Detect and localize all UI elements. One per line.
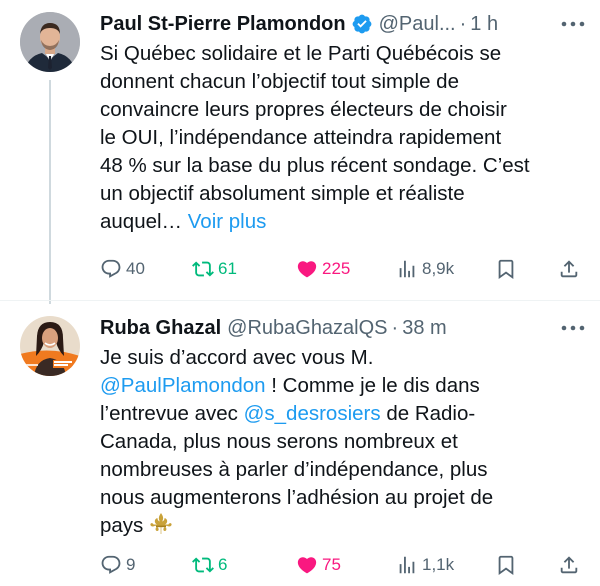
handle[interactable]: @Paul... — [379, 10, 456, 38]
mention-link[interactable]: @s_desrosiers — [244, 402, 381, 425]
share-button[interactable] — [558, 257, 584, 281]
tweet-text-line: le OUI, l’indépendance atteindra rapidem… — [100, 126, 502, 149]
avatar-image — [20, 316, 80, 376]
tweet-header: Paul St-Pierre Plamondon @Paul... · 1 h — [100, 10, 586, 38]
avatar[interactable] — [20, 12, 80, 72]
like-count: 75 — [322, 555, 341, 574]
display-name[interactable]: Paul St-Pierre Plamondon — [100, 10, 346, 38]
tweet-header: Ruba Ghazal @RubaGhazalQS · 38 m — [100, 314, 586, 342]
tweet-actions: 40 61 225 8,9k — [100, 257, 586, 281]
tweet-text-fragment: pays — [100, 514, 149, 537]
retweet-button[interactable]: 6 — [192, 553, 227, 577]
tweet-body: Ruba Ghazal @RubaGhazalQS · 38 m Je suis… — [100, 314, 586, 540]
more-options-icon[interactable] — [560, 324, 586, 332]
retweet-count: 61 — [218, 259, 237, 278]
bookmark-button[interactable] — [495, 257, 521, 281]
tweet-text-line: donnent chacun l’objectif tout simple de — [100, 70, 459, 93]
like-button[interactable]: 75 — [296, 553, 341, 577]
tweet-text-line: @PaulPlamondon ! Comme je le dis dans — [100, 372, 586, 400]
retweet-button[interactable]: 61 — [192, 257, 237, 281]
tweet-text-line: nombreuses à parler d’indépendance, plus — [100, 458, 488, 481]
tweet-text-fragment: l’entrevue avec — [100, 402, 244, 425]
views-chart-icon — [399, 260, 415, 278]
tweet-text: Si Québec solidaire et le Parti Québécoi… — [100, 40, 586, 236]
views-count: 8,9k — [422, 259, 455, 278]
timestamp[interactable]: 1 h — [470, 10, 498, 38]
retweet-count: 6 — [218, 555, 228, 574]
views-count: 1,1k — [422, 555, 455, 574]
handle[interactable]: @RubaGhazalQS — [227, 314, 387, 342]
share-icon — [560, 556, 578, 574]
reply-icon — [101, 555, 121, 574]
tweet-text-line: Je suis d’accord avec vous M. — [100, 346, 374, 369]
tweet-actions: 9 6 75 1,1k — [100, 553, 586, 577]
heart-filled-icon — [297, 261, 317, 278]
fleur-de-lis-icon — [150, 513, 172, 534]
display-name[interactable]: Ruba Ghazal — [100, 314, 221, 342]
tweet-text-line: un objectif absolument simple et réalist… — [100, 182, 465, 205]
verified-badge-icon — [351, 13, 373, 35]
tweet-text-line: 48 % sur la base du plus récent sondage.… — [100, 154, 530, 177]
separator-dot: · — [391, 317, 399, 339]
heart-filled-icon — [297, 557, 317, 574]
tweet-text-fragment: ! Comme je le dis dans — [265, 374, 480, 397]
reply-button[interactable]: 9 — [100, 553, 135, 577]
share-button[interactable] — [558, 553, 584, 577]
separator-dot: · — [459, 13, 467, 35]
thread-connector-line — [49, 80, 51, 304]
bookmark-icon — [498, 555, 514, 576]
reply-button[interactable]: 40 — [100, 257, 145, 281]
like-count: 225 — [322, 259, 351, 278]
retweet-icon — [192, 557, 214, 573]
avatar-image — [20, 12, 80, 72]
tweet-text-line: nous augmenterons l’adhésion au projet d… — [100, 486, 494, 509]
tweet-text-line: l’entrevue avec @s_desrosiers de Radio- — [100, 400, 586, 428]
tweet[interactable]: Ruba Ghazal @RubaGhazalQS · 38 m Je suis… — [0, 300, 600, 586]
tweet-body: Paul St-Pierre Plamondon @Paul... · 1 h … — [100, 10, 586, 236]
tweet-text: Je suis d’accord avec vous M. @PaulPlamo… — [100, 344, 586, 540]
tweet-text-line: auquel… Voir plus — [100, 208, 586, 236]
tweet-text-truncated: auquel… — [100, 210, 183, 233]
mention-link[interactable]: @PaulPlamondon — [100, 374, 266, 397]
bookmark-icon — [498, 259, 514, 280]
views-button[interactable]: 8,9k — [396, 257, 454, 281]
avatar[interactable] — [20, 316, 80, 376]
timestamp[interactable]: 38 m — [402, 314, 446, 342]
reply-count: 9 — [126, 555, 136, 574]
views-chart-icon — [399, 556, 415, 574]
tweet-text-line: convaincre leurs propres électeurs de ch… — [100, 98, 507, 121]
tweet-text-line: Canada, plus nous serons nombreux et — [100, 430, 458, 453]
retweet-icon — [192, 261, 214, 277]
tweet-text-line: pays — [100, 512, 586, 540]
views-button[interactable]: 1,1k — [396, 553, 454, 577]
like-button[interactable]: 225 — [296, 257, 350, 281]
tweet-text-line: Si Québec solidaire et le Parti Québécoi… — [100, 42, 502, 65]
reply-icon — [101, 259, 121, 278]
tweet[interactable]: Paul St-Pierre Plamondon @Paul... · 1 h … — [0, 0, 600, 304]
share-icon — [560, 260, 578, 278]
reply-count: 40 — [126, 259, 145, 278]
tweet-text-fragment: de Radio- — [380, 402, 476, 425]
see-more-link[interactable]: Voir plus — [188, 210, 267, 233]
bookmark-button[interactable] — [495, 553, 521, 577]
more-options-icon[interactable] — [560, 20, 586, 28]
